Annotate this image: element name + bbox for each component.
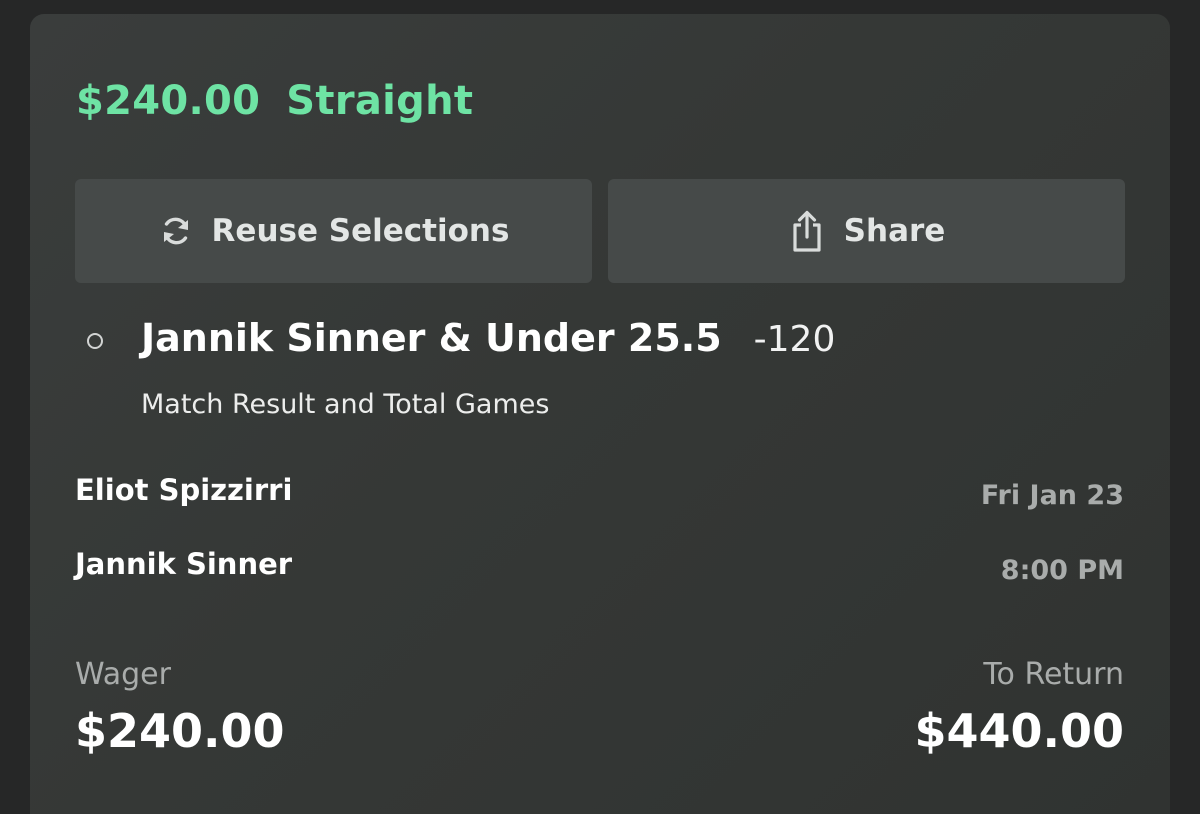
bet-card: $240.00 Straight Reuse Selections Share … bbox=[30, 14, 1170, 814]
selection-title: Jannik Sinner & Under 25.5 -120 bbox=[141, 316, 835, 368]
selection-odds: -120 bbox=[753, 319, 836, 360]
bet-header: $240.00 Straight bbox=[76, 76, 473, 126]
share-label: Share bbox=[843, 213, 946, 249]
to-return-label: To Return bbox=[983, 657, 1124, 692]
bet-type: Straight bbox=[286, 78, 474, 124]
wager-label: Wager bbox=[75, 657, 171, 692]
event-time: 8:00 PM bbox=[1000, 555, 1124, 586]
wager-amount: $240.00 bbox=[75, 704, 285, 758]
selection-name: Jannik Sinner & Under 25.5 bbox=[141, 316, 722, 360]
refresh-icon bbox=[158, 213, 194, 249]
event-date: Fri Jan 23 bbox=[980, 480, 1124, 511]
selection-market: Match Result and Total Games bbox=[141, 389, 550, 420]
event-team-2: Jannik Sinner bbox=[75, 547, 293, 581]
selection-status-indicator bbox=[87, 333, 103, 349]
bet-stake: $240.00 bbox=[76, 78, 261, 124]
to-return-amount: $440.00 bbox=[914, 704, 1124, 758]
share-icon bbox=[788, 209, 826, 253]
reuse-selections-button[interactable]: Reuse Selections bbox=[75, 179, 592, 283]
reuse-selections-label: Reuse Selections bbox=[211, 213, 510, 249]
share-button[interactable]: Share bbox=[608, 179, 1125, 283]
event-team-1: Eliot Spizzirri bbox=[75, 473, 293, 507]
